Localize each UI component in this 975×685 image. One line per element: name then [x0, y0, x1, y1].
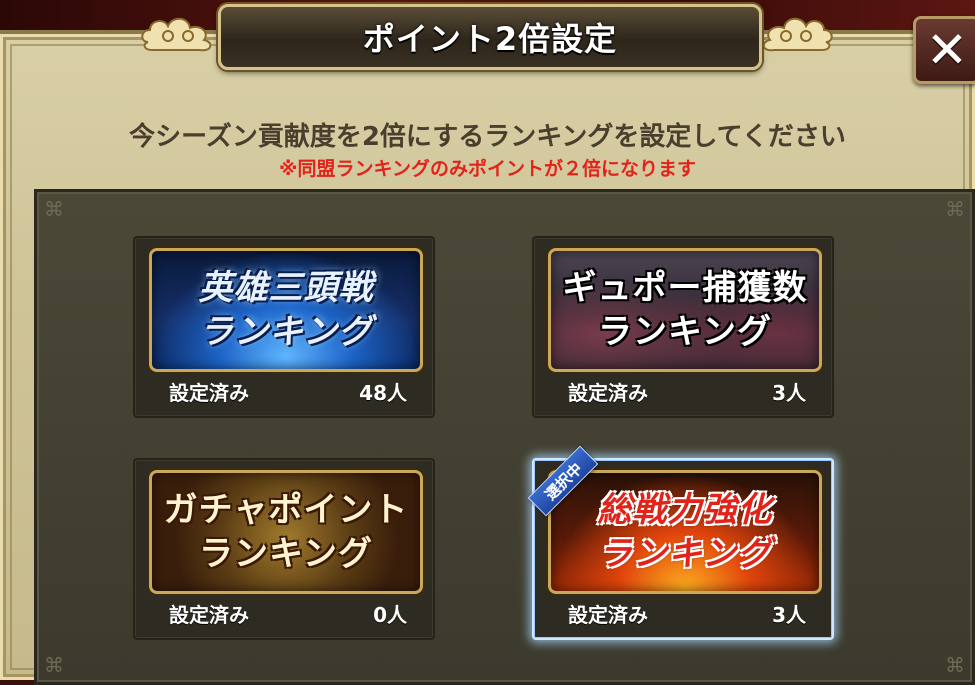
- ranking-card-gacha[interactable]: ガチャポイント ランキング 設定済み 0人: [133, 458, 435, 640]
- ranking-card-power[interactable]: 総戦力強化 ランキング 選択中 設定済み 3人: [527, 445, 834, 640]
- banner-title: ガチャポイント: [163, 490, 409, 530]
- status-label: 設定済み: [568, 602, 648, 627]
- ranking-card-gyupo[interactable]: ギュポー捕獲数 ランキング 設定済み 3人: [532, 236, 834, 418]
- dialog-subtitle: 今シーズン貢献度を2倍にするランキングを設定してください: [129, 122, 846, 152]
- ranking-banner-image: ガチャポイント ランキング: [149, 470, 423, 594]
- cloud-ornament-icon: [762, 17, 833, 52]
- ranking-card-hero[interactable]: 英雄三頭戦 ランキング 設定済み 48人: [133, 236, 435, 418]
- member-count: 3人: [772, 602, 806, 627]
- title-banner: ポイント2倍設定: [218, 4, 762, 70]
- settings-dialog: 今シーズン貢献度を2倍にするランキングを設定してください ※同盟ランキングのみポ…: [0, 30, 975, 685]
- banner-title: 総戦力強化: [597, 490, 773, 530]
- cloud-ornament-icon: [141, 17, 212, 52]
- banner-subtitle: ランキング: [598, 312, 772, 352]
- corner-ornament-icon: ⌘: [44, 653, 64, 677]
- banner-title: ギュポー捕獲数: [562, 268, 808, 308]
- ranking-banner-image: 総戦力強化 ランキング: [548, 470, 822, 594]
- banner-subtitle: ランキング: [598, 534, 772, 574]
- ranking-banner-image: ギュポー捕獲数 ランキング: [548, 248, 822, 372]
- banner-subtitle: ランキング: [199, 312, 373, 352]
- close-button[interactable]: ✕: [913, 16, 975, 84]
- dialog-note: ※同盟ランキングのみポイントが２倍になります: [279, 158, 696, 180]
- member-count: 48人: [359, 380, 407, 405]
- close-icon: ✕: [926, 21, 968, 79]
- status-label: 設定済み: [169, 380, 249, 405]
- corner-ornament-icon: ⌘: [945, 653, 965, 677]
- corner-ornament-icon: ⌘: [945, 197, 965, 221]
- corner-ornament-icon: ⌘: [44, 197, 64, 221]
- member-count: 0人: [373, 602, 407, 627]
- banner-title: 英雄三頭戦: [198, 268, 374, 308]
- member-count: 3人: [772, 380, 806, 405]
- dialog-title: ポイント2倍設定: [362, 20, 618, 58]
- ranking-panel: ⌘ ⌘ ⌘ ⌘ 英雄三頭戦 ランキング 設定済み 48人 ギュポー捕獲数 ランキ…: [34, 189, 975, 685]
- ranking-banner-image: 英雄三頭戦 ランキング: [149, 248, 423, 372]
- status-label: 設定済み: [568, 380, 648, 405]
- banner-subtitle: ランキング: [199, 534, 373, 574]
- status-label: 設定済み: [169, 602, 249, 627]
